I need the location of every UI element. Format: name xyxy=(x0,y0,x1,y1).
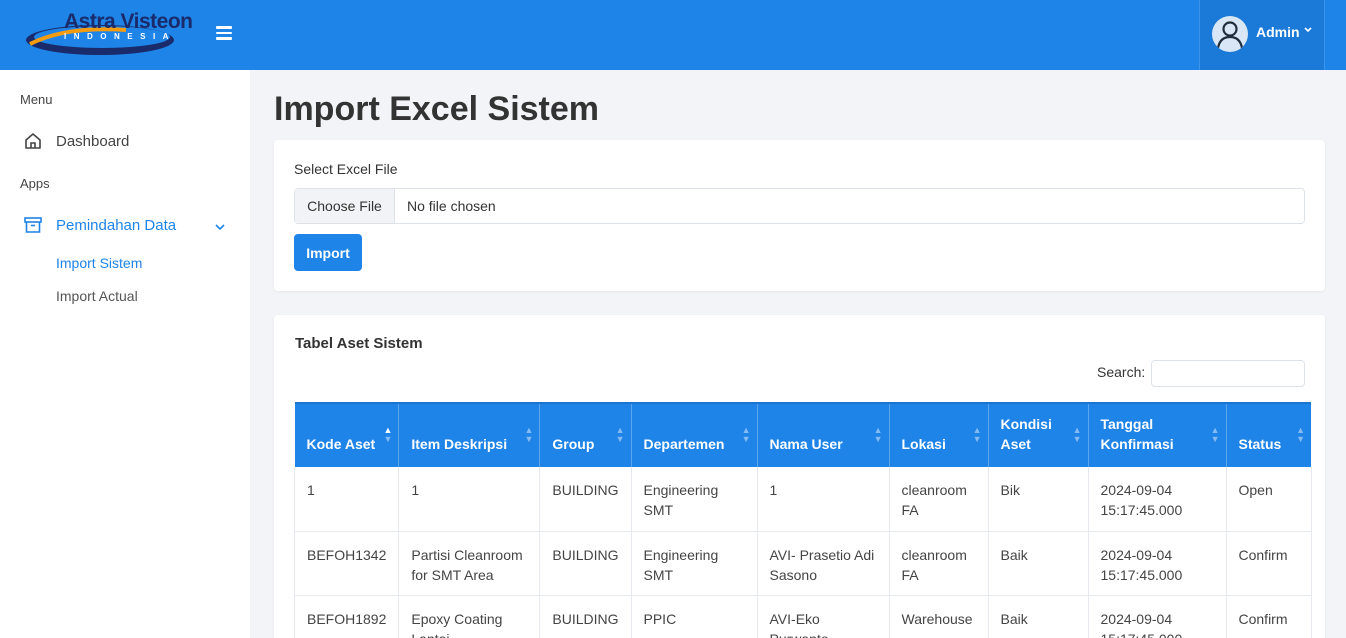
sidebar-item-pemindahan-data[interactable]: Pemindahan Data xyxy=(20,215,176,235)
sort-icon: ▲ ▼ xyxy=(524,425,534,444)
table-cell: BEFOH1892 xyxy=(293,595,400,638)
column-header[interactable]: Item Deskripsi ▲ ▼ xyxy=(398,402,541,467)
table-cell: Engineering SMT xyxy=(631,467,758,532)
table-cell: Open xyxy=(1226,467,1312,532)
table-cell: Bik xyxy=(988,467,1089,532)
column-header-label: Departemen xyxy=(643,436,725,452)
table-cell: Partisi Cleanroom for SMT Area xyxy=(398,531,541,596)
asset-table: Kode Aset ▲ ▼ Item Deskripsi ▲ ▼ Group ▲ ▼ Depart… xyxy=(293,402,1312,638)
column-header[interactable]: Group ▲ ▼ xyxy=(539,402,632,467)
table-cell: BUILDING xyxy=(539,467,632,532)
user-name: Admin xyxy=(1256,24,1300,40)
column-header-label: Nama User xyxy=(769,436,843,452)
table-cell: Confirm xyxy=(1226,531,1312,596)
table-cell: 1 xyxy=(293,467,400,532)
table-cell: Epoxy Coating Lantai xyxy=(398,595,541,638)
sidebar: Menu Dashboard Apps Pemindahan Data Impo… xyxy=(0,70,250,638)
sort-icon: ▲ ▼ xyxy=(615,425,625,444)
sort-icon: ▲ ▼ xyxy=(1210,425,1220,444)
file-status-text: No file chosen xyxy=(407,198,496,214)
chevron-down-icon[interactable] xyxy=(214,223,226,231)
table-cell: Baik xyxy=(988,531,1089,596)
page-title: Import Excel Sistem xyxy=(274,90,600,128)
table-cell: BUILDING xyxy=(539,595,632,638)
column-header-label: Group xyxy=(552,436,595,452)
table-cell: BEFOH1342 xyxy=(293,531,400,596)
column-header[interactable]: Kode Aset ▲ ▼ xyxy=(294,402,400,467)
sort-icon: ▲ ▼ xyxy=(1296,425,1305,444)
sort-icon: ▲ ▼ xyxy=(972,425,982,444)
table-cell: AVI- Prasetio Adi Sasono xyxy=(757,531,890,596)
sidebar-item-label: Dashboard xyxy=(56,132,130,150)
sidebar-item-dashboard[interactable]: Dashboard xyxy=(20,131,129,151)
table-body: 1 1 BUILDING Engineering SMT 1 cleanroom FA Bi… xyxy=(293,467,1312,638)
table-cell: 2024-09-04 15:17:45.000 xyxy=(1088,595,1227,638)
table-cell: cleanroom FA xyxy=(889,531,989,596)
import-button[interactable]: Import xyxy=(294,234,362,271)
table-cell: 1 xyxy=(398,467,541,532)
table-card: Tabel Aset Sistem Search: Kode Aset ▲ ▼ Ite… xyxy=(274,315,1325,638)
table-cell: Confirm xyxy=(1226,595,1312,638)
column-header-label: Status xyxy=(1238,436,1282,452)
table-header-row: Kode Aset ▲ ▼ Item Deskripsi ▲ ▼ Group ▲ ▼ Depart… xyxy=(294,402,1311,467)
sidebar-item-label: Pemindahan Data xyxy=(56,216,177,234)
excel-file-input[interactable]: Choose File No file chosen xyxy=(294,188,1305,224)
logo-sub-text: INDONESIA xyxy=(64,32,176,41)
sidebar-subitem-import-sistem[interactable]: Import Sistem xyxy=(56,255,142,271)
sort-icon: ▲ ▼ xyxy=(873,425,883,444)
column-header[interactable]: Nama User ▲ ▼ xyxy=(757,402,890,467)
home-icon xyxy=(20,131,46,151)
table-cell: PPIC xyxy=(631,595,758,638)
table-cell: AVI-Eko Purwanto xyxy=(757,595,890,638)
table-cell: 2024-09-04 15:17:45.000 xyxy=(1088,531,1227,596)
sort-icon: ▲ ▼ xyxy=(1072,425,1082,444)
choose-file-button[interactable]: Choose File xyxy=(295,189,395,223)
column-header-label: Lokasi xyxy=(901,436,946,452)
user-menu[interactable]: Admin xyxy=(1199,0,1325,70)
table-cell: BUILDING xyxy=(539,531,632,596)
table-cell: Baik xyxy=(988,595,1089,638)
search-input[interactable] xyxy=(1151,360,1305,387)
sidebar-heading-menu: Menu xyxy=(20,92,53,107)
astra-visteon-logo[interactable]: Astra Visteon INDONESIA xyxy=(26,8,193,60)
logo-brand-text: Astra Visteon xyxy=(64,10,193,33)
sidebar-toggle-hamburger-icon[interactable] xyxy=(216,26,232,40)
column-header[interactable]: Tanggal Konfirmasi ▲ ▼ xyxy=(1088,402,1227,467)
table-cell: cleanroom FA xyxy=(889,467,989,532)
search-label: Search: xyxy=(1097,364,1146,380)
table-row: BEFOH1892Epoxy Coating LantaiBUILDINGPPI… xyxy=(293,595,1312,638)
top-navbar: Astra Visteon INDONESIA Admin xyxy=(0,0,1346,70)
table-cell: 1 xyxy=(757,467,890,532)
table-row: BEFOH1342 Partisi Cleanroom for SMT Area B… xyxy=(293,531,1312,596)
chevron-down-icon xyxy=(1304,27,1312,33)
sort-icon: ▲ ▼ xyxy=(741,425,751,444)
sidebar-heading-apps: Apps xyxy=(20,176,50,191)
column-header[interactable]: Kondisi Aset ▲ ▼ xyxy=(988,402,1089,467)
table-cell: 2024-09-04 15:17:45.000 xyxy=(1088,467,1227,532)
file-label: Select Excel File xyxy=(294,161,398,177)
sort-icon: ▲ ▼ xyxy=(383,425,393,444)
column-header-label: Kondisi Aset xyxy=(1000,416,1052,452)
column-header-label: Tanggal Konfirmasi xyxy=(1100,416,1174,452)
user-avatar-icon xyxy=(1212,16,1248,52)
sidebar-subitem-import-actual[interactable]: Import Actual xyxy=(56,288,138,304)
column-header[interactable]: Lokasi ▲ ▼ xyxy=(889,402,989,467)
table-cell: Engineering SMT xyxy=(631,531,758,596)
column-header-label: Kode Aset xyxy=(306,436,376,452)
column-header-label: Item Deskripsi xyxy=(411,436,508,452)
table-cell: Warehouse xyxy=(889,595,989,638)
column-header[interactable]: Departemen ▲ ▼ xyxy=(631,402,758,467)
upload-card: Select Excel File Choose File No file ch… xyxy=(274,140,1325,291)
archive-box-icon xyxy=(20,215,46,235)
column-header[interactable]: Status ▲ ▼ xyxy=(1226,402,1311,467)
table-title: Tabel Aset Sistem xyxy=(295,335,423,352)
table-row: 1 1 BUILDING Engineering SMT 1 cleanroom FA Bi… xyxy=(293,467,1312,532)
